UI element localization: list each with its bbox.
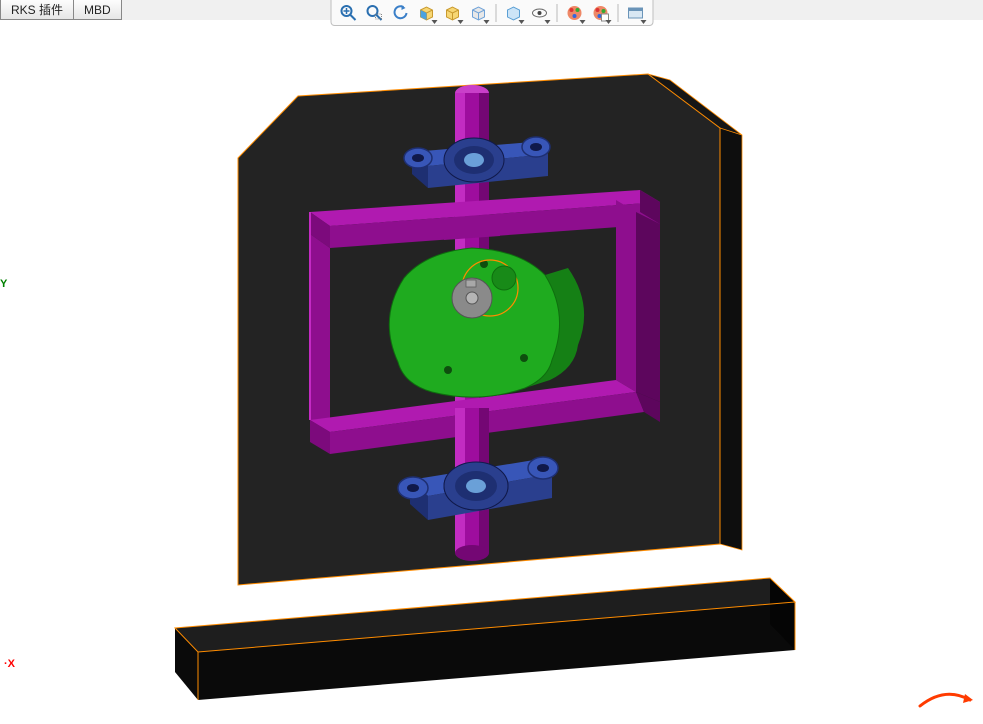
model-render [0, 20, 983, 724]
apply-scene-icon[interactable] [563, 2, 585, 24]
display-pane-icon[interactable] [624, 2, 646, 24]
model-bearing-bottom-boss [444, 462, 508, 510]
zoom-area-icon[interactable] [363, 2, 385, 24]
section-view-icon[interactable] [415, 2, 437, 24]
hide-show-icon[interactable] [502, 2, 524, 24]
graphics-viewport[interactable]: Y ·X [0, 20, 983, 724]
previous-view-icon[interactable] [389, 2, 411, 24]
toolbar-separator [617, 4, 618, 22]
view-orientation-icon[interactable] [441, 2, 463, 24]
edit-appearance-icon[interactable] [528, 2, 550, 24]
model-base [175, 578, 795, 700]
rotate-gizmo-icon [915, 686, 975, 716]
tab-plugin[interactable]: RKS 插件 [0, 0, 74, 20]
view-settings-icon[interactable] [589, 2, 611, 24]
toolbar-separator [495, 4, 496, 22]
display-style-icon[interactable] [467, 2, 489, 24]
command-tab-bar: RKS 插件 MBD [0, 0, 122, 20]
model-rod-front-seg [455, 408, 489, 468]
toolbar-separator [556, 4, 557, 22]
zoom-fit-icon[interactable] [337, 2, 359, 24]
tab-mbd[interactable]: MBD [74, 0, 122, 20]
headsup-toolbar [330, 0, 653, 26]
